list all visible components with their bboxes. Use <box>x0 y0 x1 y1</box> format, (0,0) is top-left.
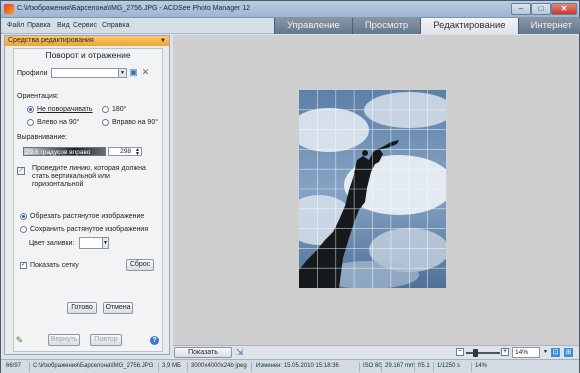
pane-header-label: Средства редактирования <box>8 37 94 44</box>
status-divider <box>433 362 434 372</box>
alignment-label: Выравнивание: <box>17 134 68 141</box>
fit-window-icon[interactable]: ⊡ <box>551 348 560 357</box>
chevron-down-icon[interactable]: ▼ <box>160 36 166 46</box>
zoom-slider-thumb[interactable] <box>473 349 478 357</box>
title-bar: C:\Изображения\Барселона\IMG_2756.JPG - … <box>1 1 579 18</box>
profiles-label: Профили <box>17 70 48 77</box>
redo-button[interactable]: Повтор <box>90 334 122 346</box>
status-divider <box>471 362 472 372</box>
status-size: 3,9 МБ <box>162 363 181 369</box>
show-grid-label: Показать сетку <box>30 262 79 269</box>
tab-manage[interactable]: Управление <box>274 18 352 34</box>
status-index: 66/97 <box>6 363 22 369</box>
help-icon[interactable]: ? <box>150 336 159 345</box>
maximize-button[interactable]: □ <box>531 3 551 15</box>
stepper-arrows-icon[interactable]: ▲ ▼ <box>135 148 140 157</box>
draw-line-icon[interactable]: ⟋ <box>17 167 25 175</box>
status-divider <box>381 362 382 372</box>
status-divider <box>29 362 30 372</box>
minimize-button[interactable]: – <box>511 3 531 15</box>
view-toolbar: Показать прежнее ⇲ − + 14% ▼ ⊡ ⊞ <box>173 345 579 365</box>
status-divider <box>251 362 252 372</box>
menu-tools[interactable]: Сервис <box>73 22 97 29</box>
mode-tabs: Управление Просмотр Редактирование Интер… <box>274 18 580 34</box>
tab-online[interactable]: Интернет <box>517 18 580 34</box>
fill-color-swatch[interactable] <box>79 237 103 249</box>
menu-file[interactable]: Файл <box>7 22 24 29</box>
radio-no-rotate[interactable] <box>27 106 34 113</box>
menu-help[interactable]: Справка <box>102 22 129 29</box>
status-zoom: 14% <box>475 363 488 369</box>
fill-color-label: Цвет заливки: <box>29 240 75 247</box>
actual-size-icon[interactable]: ⊞ <box>564 348 573 357</box>
pane-header[interactable]: Средства редактирования ▼ <box>5 36 169 46</box>
slider-value-text: 29.8 градусов вправо <box>26 149 91 156</box>
stepper-value: 298 <box>120 148 131 155</box>
option-no-rotate-label: Не поворачивать <box>37 106 93 113</box>
zoom-value: 14% <box>515 349 529 356</box>
radio-180[interactable] <box>102 106 109 113</box>
chevron-down-icon[interactable]: ▼ <box>118 69 126 77</box>
panel-title: Поворот и отражение <box>45 50 131 60</box>
menu-edit[interactable]: Правка <box>27 22 51 29</box>
option-right-90-label: Вправо на 90° <box>112 119 159 126</box>
menu-view[interactable]: Вид <box>57 22 70 29</box>
tab-edit[interactable]: Редактирование <box>420 18 518 34</box>
compare-icon[interactable]: ⇲ <box>235 348 244 357</box>
status-divider <box>359 362 360 372</box>
hint-line-3: горизонтальной <box>32 181 84 188</box>
option-180-label: 180° <box>112 106 127 113</box>
photo-preview[interactable] <box>299 90 446 288</box>
profiles-dropdown[interactable]: ▼ <box>51 68 127 78</box>
zoom-out-icon[interactable]: − <box>456 348 464 356</box>
radio-left-90[interactable] <box>27 119 34 126</box>
status-shutter: 1/1250 s <box>437 363 461 369</box>
done-button[interactable]: Готово <box>67 302 97 314</box>
image-canvas[interactable] <box>173 35 579 345</box>
status-divider <box>158 362 159 372</box>
orientation-label: Ориентация: <box>17 93 59 100</box>
status-divider <box>187 362 188 372</box>
alignment-slider[interactable]: 29.8 градусов вправо <box>23 147 106 156</box>
reset-button[interactable]: Сброс <box>126 259 154 271</box>
hint-line-2: стать вертикальной или <box>32 173 110 180</box>
hint-line-1: Проведите линию, которая должна <box>32 165 146 172</box>
photo-image <box>299 90 446 288</box>
status-path: C:\Изображения\Барселона\IMG_2756.JPG <box>33 363 154 369</box>
acdsee-logo-icon <box>4 4 14 14</box>
radio-keep-stretched[interactable] <box>20 226 27 233</box>
status-modified: Изменен: 15.05.2010 15:18:36 <box>256 363 339 369</box>
close-button[interactable]: ✕ <box>551 3 577 15</box>
radio-crop-stretched[interactable] <box>20 213 27 220</box>
chevron-down-icon[interactable]: ▼ <box>541 348 550 357</box>
undo-button[interactable]: Вернуть <box>48 334 80 346</box>
status-iso: ISO 80 <box>363 363 382 369</box>
chevron-down-icon[interactable]: ▼ <box>103 237 109 249</box>
app-window: C:\Изображения\Барселона\IMG_2756.JPG - … <box>0 0 580 373</box>
option-left-90-label: Влево на 90° <box>37 119 80 126</box>
zoom-field[interactable]: 14% <box>512 347 540 358</box>
show-original-button[interactable]: Показать прежнее <box>174 347 232 365</box>
zoom-slider-track[interactable] <box>466 352 500 354</box>
keep-stretched-label: Сохранить растянутое изображения <box>30 226 149 233</box>
window-title: C:\Изображения\Барселона\IMG_2756.JPG - … <box>17 5 251 12</box>
tab-view[interactable]: Просмотр <box>351 18 421 34</box>
cancel-button[interactable]: Отмена <box>103 302 133 314</box>
status-divider <box>414 362 415 372</box>
zoom-in-icon[interactable]: + <box>501 348 509 356</box>
status-focal: 29.167 mm <box>385 363 416 369</box>
crop-stretched-label: Обрезать растянутое изображение <box>30 213 145 220</box>
show-grid-checkbox[interactable]: ✓ <box>20 262 27 269</box>
status-aperture: f/5.1 <box>418 363 430 369</box>
tools-icon[interactable]: ✎ <box>15 336 24 345</box>
alignment-stepper[interactable]: 298 ▲ ▼ <box>108 147 142 157</box>
edit-tools-pane: Средства редактирования ▼ Поворот и отра… <box>4 35 170 355</box>
status-bar: 66/97 C:\Изображения\Барселона\IMG_2756.… <box>1 359 579 373</box>
save-icon[interactable]: ▣ <box>129 68 138 77</box>
delete-icon[interactable]: ✕ <box>141 68 150 77</box>
status-dimensions: 3000x4000x24b jpeg <box>191 363 247 369</box>
radio-right-90[interactable] <box>102 119 109 126</box>
rotate-flip-panel: Поворот и отражение Профили ▼ ▣ ✕ Ориент… <box>13 48 163 352</box>
